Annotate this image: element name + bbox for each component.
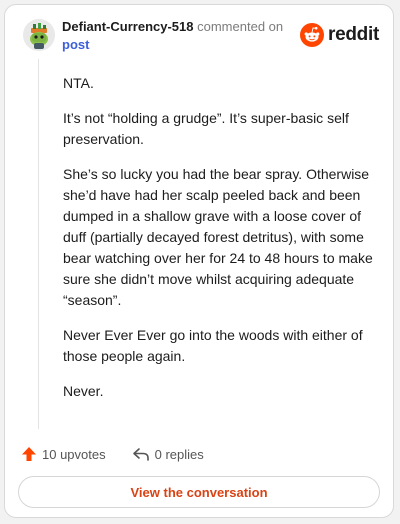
upvote-arrow-icon (22, 447, 36, 461)
replies-button[interactable]: 0 replies (132, 446, 204, 462)
upvote-button[interactable]: 10 upvotes (21, 446, 106, 462)
reddit-alien-icon (300, 23, 325, 47)
comment-actions: 10 upvotes 0 replies (21, 446, 204, 462)
reply-icon (132, 448, 149, 461)
comment-paragraph: It’s not “holding a grudge”. It’s super-… (63, 110, 349, 147)
thread-line[interactable] (38, 59, 39, 429)
upvotes-count: 10 upvotes (42, 446, 106, 462)
replies-count: 0 replies (154, 446, 204, 462)
reddit-wordmark: reddit (328, 24, 379, 45)
avatar[interactable] (23, 19, 55, 51)
comment-paragraph: NTA. (63, 75, 94, 91)
comment-paragraph: She’s so lucky you had the bear spray. O… (63, 166, 373, 308)
comment-body: NTA. It’s not “holding a grudge”. It’s s… (63, 73, 381, 416)
action-text: commented on (197, 19, 284, 34)
comment-header: Defiant-Currency-518 commented on post (62, 18, 302, 54)
comment-paragraph: Never. (63, 383, 104, 399)
comment-card: Defiant-Currency-518 commented on post r… (4, 4, 394, 518)
comment-paragraph: Never Ever Ever go into the woods with e… (63, 327, 363, 364)
reddit-logo[interactable]: reddit (300, 23, 379, 47)
username-link[interactable]: Defiant-Currency-518 (62, 19, 194, 34)
view-conversation-button[interactable]: View the conversation (18, 476, 380, 508)
snoo-avatar-icon (23, 19, 55, 51)
post-link[interactable]: post (62, 37, 89, 52)
